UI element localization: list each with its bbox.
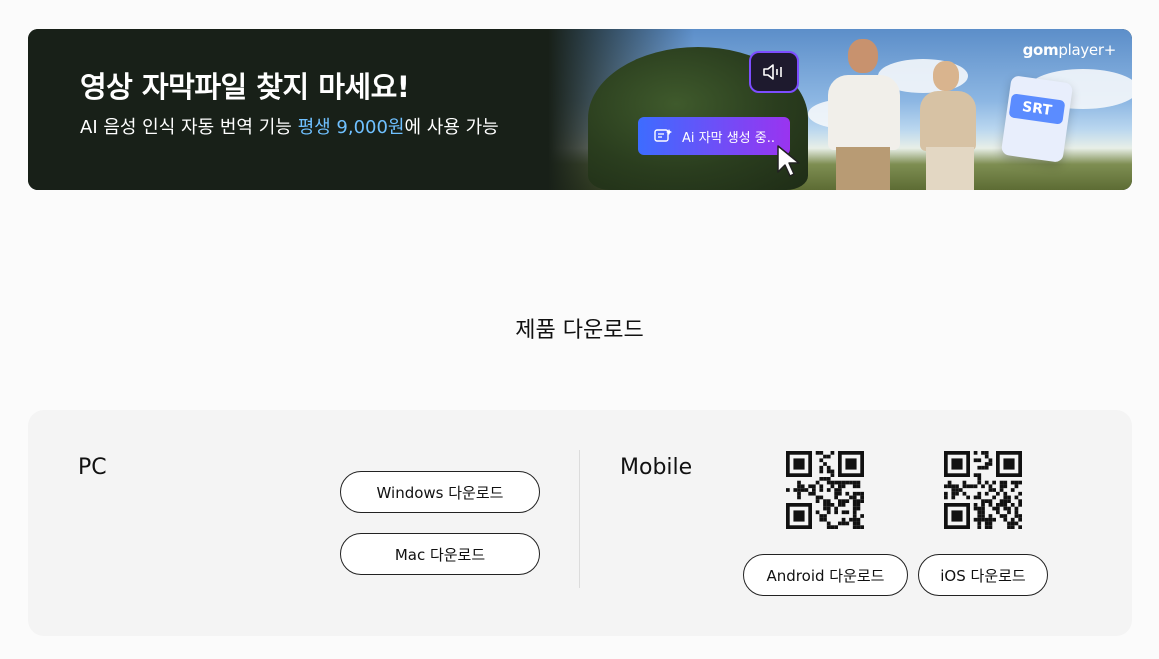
ios-qr-code [944,451,1022,529]
man-figure [828,75,900,150]
android-qr-code [786,451,864,529]
man-figure-legs [836,147,890,190]
android-download-button[interactable]: Android 다운로드 [743,554,908,596]
section-title: 제품 다운로드 [515,318,644,343]
subtitle-sparkle-icon [654,129,672,142]
promo-banner[interactable]: 영상 자막파일 찾지 마세요! AI 음성 인식 자동 번역 기능 평생 9,0… [28,29,1132,190]
ios-download-button[interactable]: iOS 다운로드 [918,554,1048,596]
woman-figure [920,91,976,151]
ai-subtitle-chip: Ai 자막 생성 중.. [638,117,790,155]
banner-dark-panel [28,29,588,190]
pc-label: PC [78,455,107,480]
price-highlight: 평생 9,000원 [297,117,405,138]
man-figure-head [848,39,878,73]
ai-chip-label: Ai 자막 생성 중.. [682,130,775,146]
mobile-label: Mobile [620,455,693,480]
banner-subtitle: AI 음성 인식 자동 번역 기능 평생 9,000원에 사용 가능 [80,117,499,138]
banner-title: 영상 자막파일 찾지 마세요! [80,70,410,104]
divider [579,450,580,588]
download-panel: PC Windows 다운로드 Mac 다운로드 Mobile Android … [28,410,1132,636]
cursor-icon [777,145,800,177]
woman-figure-head [933,61,959,91]
speaker-icon [749,51,799,93]
windows-download-button[interactable]: Windows 다운로드 [340,471,540,513]
mac-download-button[interactable]: Mac 다운로드 [340,533,540,575]
woman-figure-legs [926,147,974,190]
gomplayer-logo: gomplayer+ [1022,41,1117,59]
